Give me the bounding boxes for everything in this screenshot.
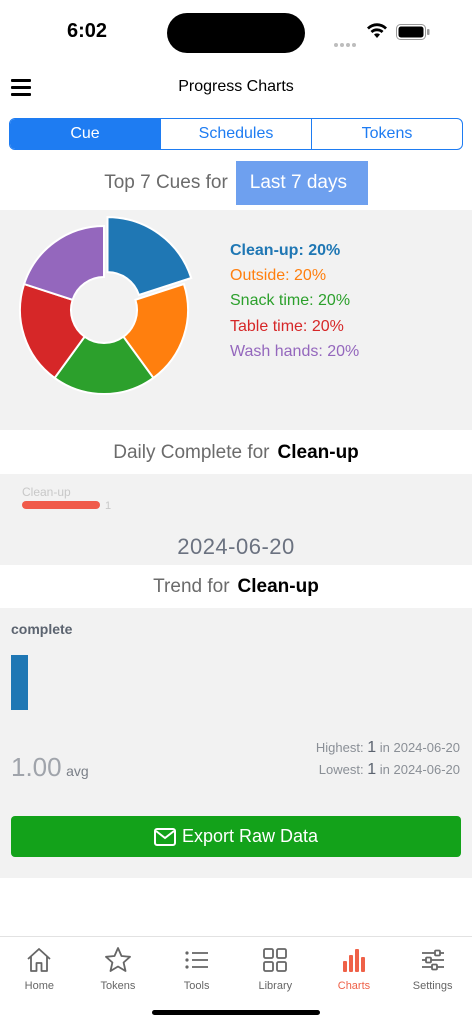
legend-item-outside: Outside: 20% [230, 267, 327, 285]
lowest-date: in 2024-06-20 [379, 762, 460, 777]
lowest-value: 1 [367, 761, 377, 778]
highest-label: Highest: [315, 740, 364, 755]
segment-tokens[interactable]: Tokens [312, 119, 462, 149]
segment-schedules[interactable]: Schedules [161, 119, 312, 149]
pie-slice-wash-hands [22, 224, 105, 302]
trend-header: Trend for Clean-up [0, 565, 472, 608]
pie-chart [19, 216, 193, 395]
page-title: Progress Charts [178, 78, 294, 95]
export-label: Export Raw Data [181, 826, 319, 846]
highest-stat: Highest: 1 in 2024-06-20 [316, 739, 460, 757]
daily-complete-cue: Clean-up [277, 441, 359, 463]
battery-icon [396, 24, 430, 40]
dynamic-island [167, 13, 305, 53]
star-icon [105, 947, 131, 972]
house-icon [27, 948, 51, 972]
highest-date: in 2024-06-20 [379, 740, 460, 755]
tab-settings[interactable]: Settings [393, 937, 472, 1024]
pie-slice-clean-up [106, 216, 193, 297]
tab-label-home: Home [24, 980, 54, 992]
daily-bar-chart: Clean-up 1 [22, 485, 111, 512]
legend-item-table-time: Table time: 20% [230, 317, 344, 335]
date-range-button[interactable]: Last 7 days [235, 161, 368, 205]
list-icon [185, 951, 208, 969]
export-raw-data-button[interactable]: Export Raw Data [11, 816, 461, 857]
daily-bar [22, 501, 100, 509]
home-indicator [152, 1010, 320, 1015]
tab-label-tokens: Tokens [100, 980, 136, 992]
average-unit: avg [66, 763, 89, 779]
lowest-stat: Lowest: 1 in 2024-06-20 [319, 761, 460, 779]
trend-label: Trend for [153, 575, 230, 597]
tab-tokens[interactable]: Tokens [79, 937, 158, 1024]
daily-bar-value-label: 1 [105, 500, 111, 512]
daily-bar-category-label: Clean-up [22, 485, 71, 499]
nav-header: Progress Charts [0, 66, 472, 110]
legend-item-snack-time: Snack time: 20% [230, 292, 351, 310]
tab-home[interactable]: Home [0, 937, 79, 1024]
segment-cue[interactable]: Cue [10, 119, 161, 149]
average-value: 1.00 [11, 752, 62, 782]
top-cues-label: Top 7 Cues for [104, 172, 228, 193]
tab-label-charts: Charts [337, 980, 371, 992]
cellular-signal-icon [334, 34, 358, 52]
daily-complete-header: Daily Complete for Clean-up [0, 431, 472, 474]
wifi-icon [367, 23, 387, 38]
daily-date: 2024-06-20 [177, 534, 295, 559]
trend-average: 1.00 avg [11, 752, 89, 783]
tab-label-settings: Settings [412, 980, 453, 992]
legend-item-clean-up: Clean-up: 20% [230, 242, 341, 259]
grid-icon [263, 948, 288, 972]
tab-label-tools: Tools [183, 980, 210, 992]
highest-value: 1 [367, 739, 377, 756]
legend-item-wash-hands: Wash hands: 20% [230, 342, 360, 360]
trend-cue: Clean-up [237, 575, 319, 597]
sliders-icon [421, 949, 444, 971]
trend-bar [11, 655, 28, 710]
envelope-icon [153, 827, 176, 846]
top-cues-header: Top 7 Cues for Last 7 days [0, 161, 472, 205]
daily-complete-label: Daily Complete for [113, 441, 270, 463]
status-time: 6:02 [67, 20, 108, 42]
pie-legend: Clean-up: 20% Outside: 20% Snack time: 2… [230, 238, 359, 364]
trend-metric-label: complete [11, 621, 73, 637]
tab-charts[interactable]: Charts [315, 937, 394, 1024]
status-bar: 6:02 [0, 0, 472, 64]
lowest-label: Lowest: [318, 762, 364, 777]
bar-chart-icon [342, 949, 365, 972]
segmented-control: Cue Schedules Tokens [9, 118, 463, 150]
tab-label-library: Library [258, 980, 293, 992]
